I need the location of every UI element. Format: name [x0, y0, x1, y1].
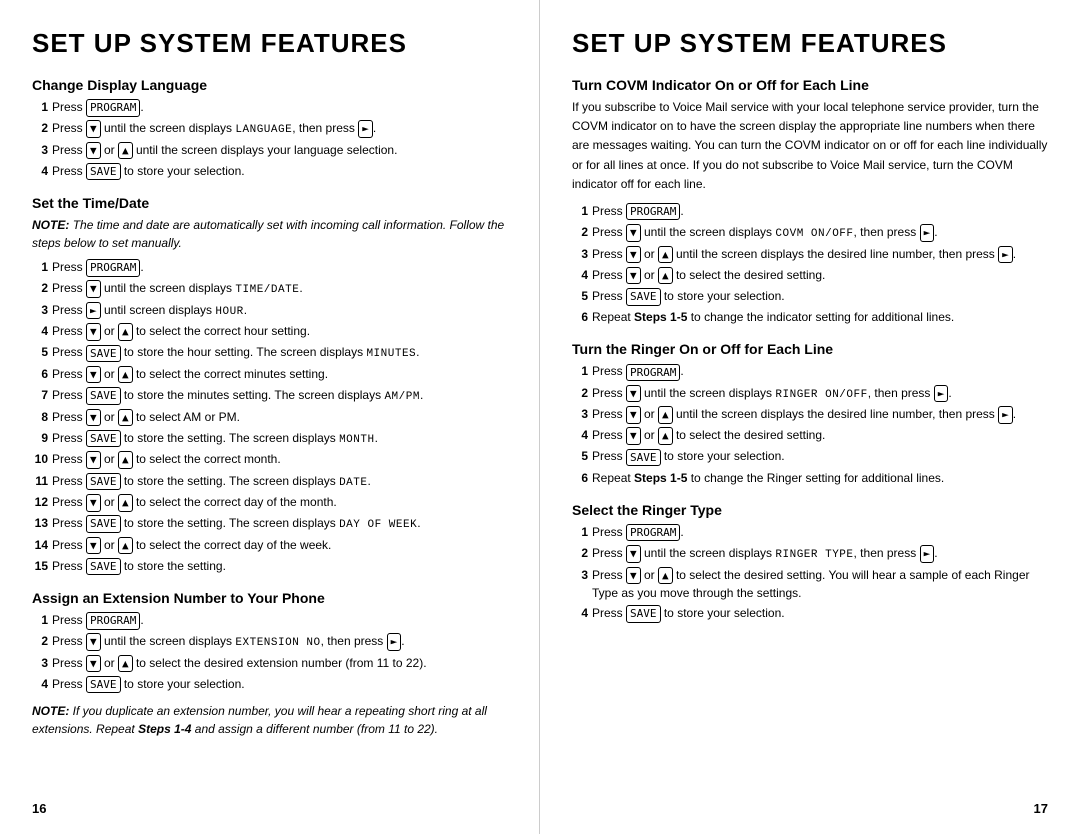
right-key: ►	[358, 120, 373, 137]
step-item: 6Repeat Steps 1-5 to change the indicato…	[572, 308, 1048, 327]
step-item: 6Press ▼ or ▲ to select the correct minu…	[32, 365, 507, 384]
set-time-date-steps: 1Press PROGRAM. 2Press ▼ until the scree…	[32, 258, 507, 576]
step-item: 11Press SAVE to store the setting. The s…	[32, 472, 507, 492]
left-page-title: SET UP SYSTEM FEATURES	[32, 28, 507, 59]
page-left: SET UP SYSTEM FEATURES Change Display La…	[0, 0, 540, 834]
ringer-on-off-steps: 1Press PROGRAM. 2Press ▼ until the scree…	[572, 362, 1048, 487]
step-item: 13Press SAVE to store the setting. The s…	[32, 514, 507, 534]
step-item: 1 Press PROGRAM.	[32, 98, 507, 117]
step-item: 9Press SAVE to store the setting. The sc…	[32, 429, 507, 449]
step-item: 1Press PROGRAM.	[32, 611, 507, 630]
step-item: 2Press ▼ until the screen displays TIME/…	[32, 279, 507, 299]
step-item: 2Press ▼ until the screen displays EXTEN…	[32, 632, 507, 652]
step-item: 6Repeat Steps 1-5 to change the Ringer s…	[572, 469, 1048, 488]
step-item: 10Press ▼ or ▲ to select the correct mon…	[32, 450, 507, 469]
down-key: ▼	[86, 142, 101, 159]
section-assign-extension: Assign an Extension Number to Your Phone	[32, 590, 507, 606]
left-page-number: 16	[32, 801, 46, 816]
step-item: 7Press SAVE to store the minutes setting…	[32, 386, 507, 406]
step-item: 2Press ▼ until the screen displays RINGE…	[572, 544, 1048, 564]
step-item: 14Press ▼ or ▲ to select the correct day…	[32, 536, 507, 555]
step-item: 2 Press ▼ until the screen displays LANG…	[32, 119, 507, 139]
step-item: 15Press SAVE to store the setting.	[32, 557, 507, 576]
note-extension: NOTE: If you duplicate an extension numb…	[32, 702, 507, 738]
step-item: 5Press SAVE to store your selection.	[572, 447, 1048, 466]
step-item: 8Press ▼ or ▲ to select AM or PM.	[32, 408, 507, 427]
up-key: ▲	[118, 142, 133, 159]
step-item: 3Press ▼ or ▲ until the screen displays …	[572, 405, 1048, 424]
step-item: 1Press PROGRAM.	[32, 258, 507, 277]
step-item: 2Press ▼ until the screen displays COVM …	[572, 223, 1048, 243]
step-item: 3Press ► until screen displays HOUR.	[32, 301, 507, 321]
step-item: 3Press ▼ or ▲ to select the desired sett…	[572, 566, 1048, 603]
step-item: 4Press ▼ or ▲ to select the desired sett…	[572, 426, 1048, 445]
section-change-display-language: Change Display Language	[32, 77, 507, 93]
step-item: 1Press PROGRAM.	[572, 202, 1048, 221]
right-page-title: SET UP SYSTEM FEATURES	[572, 28, 1048, 59]
step-item: 3 Press ▼ or ▲ until the screen displays…	[32, 141, 507, 160]
section-covm-indicator: Turn COVM Indicator On or Off for Each L…	[572, 77, 1048, 93]
change-display-language-steps: 1 Press PROGRAM. 2 Press ▼ until the scr…	[32, 98, 507, 181]
step-item: 1Press PROGRAM.	[572, 523, 1048, 542]
covm-description: If you subscribe to Voice Mail service w…	[572, 98, 1048, 194]
down-key: ▼	[86, 120, 101, 137]
section-ringer-type: Select the Ringer Type	[572, 502, 1048, 518]
step-item: 4Press ▼ or ▲ to select the desired sett…	[572, 266, 1048, 285]
step-item: 5Press SAVE to store your selection.	[572, 287, 1048, 306]
note-time-date: NOTE: The time and date are automaticall…	[32, 216, 507, 252]
step-item: 3Press ▼ or ▲ until the screen displays …	[572, 245, 1048, 264]
section-set-time-date: Set the Time/Date	[32, 195, 507, 211]
step-item: 4Press SAVE to store your selection.	[572, 604, 1048, 623]
step-item: 3Press ▼ or ▲ to select the desired exte…	[32, 654, 507, 673]
save-key: SAVE	[86, 163, 121, 180]
step-item: 4Press ▼ or ▲ to select the correct hour…	[32, 322, 507, 341]
page-right: SET UP SYSTEM FEATURES Turn COVM Indicat…	[540, 0, 1080, 834]
program-key: PROGRAM	[86, 99, 140, 116]
section-ringer-on-off: Turn the Ringer On or Off for Each Line	[572, 341, 1048, 357]
right-page-number: 17	[1034, 801, 1048, 816]
step-item: 1Press PROGRAM.	[572, 362, 1048, 381]
step-item: 12Press ▼ or ▲ to select the correct day…	[32, 493, 507, 512]
step-item: 4Press SAVE to store your selection.	[32, 675, 507, 694]
step-item: 4 Press SAVE to store your selection.	[32, 162, 507, 181]
ringer-type-steps: 1Press PROGRAM. 2Press ▼ until the scree…	[572, 523, 1048, 623]
step-item: 5Press SAVE to store the hour setting. T…	[32, 343, 507, 363]
assign-extension-steps: 1Press PROGRAM. 2Press ▼ until the scree…	[32, 611, 507, 694]
step-item: 2Press ▼ until the screen displays RINGE…	[572, 384, 1048, 404]
covm-steps: 1Press PROGRAM. 2Press ▼ until the scree…	[572, 202, 1048, 327]
